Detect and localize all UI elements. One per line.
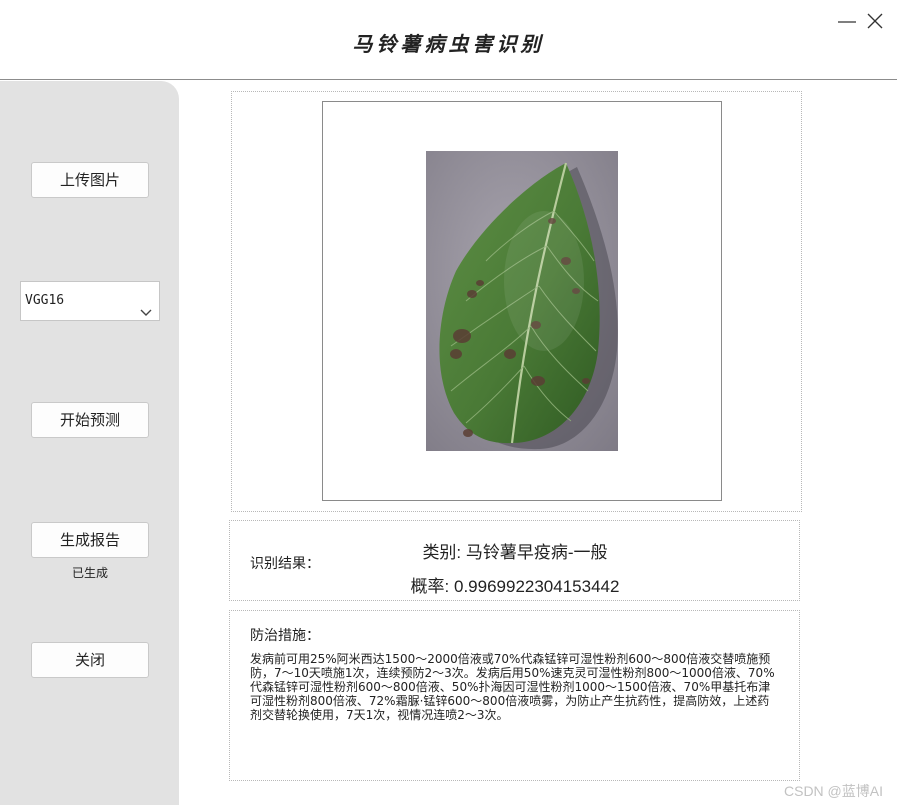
result-category: 类别: 马铃薯早疫病-一般 (422, 543, 608, 562)
chevron-down-icon (140, 296, 152, 316)
image-panel (231, 91, 802, 512)
close-icon[interactable] (864, 10, 886, 32)
image-frame (322, 101, 722, 501)
model-select[interactable]: VGG16 (20, 281, 160, 321)
app-title: 马铃薯病虫害识别 (352, 32, 545, 56)
measures-panel: 防治措施： 发病前可用25%阿米西达1500～2000倍液或70%代森锰锌可湿性… (229, 610, 800, 781)
measures-text: 发病前可用25%阿米西达1500～2000倍液或70%代森锰锌可湿性粉剂600～… (250, 652, 775, 722)
leaf-image (426, 151, 618, 451)
upload-image-button[interactable]: 上传图片 (31, 162, 149, 198)
close-button[interactable]: 关闭 (31, 642, 149, 678)
model-select-value: VGG16 (25, 293, 65, 308)
report-status-text: 已生成 (71, 566, 108, 580)
watermark: CSDN @蓝博AI (784, 783, 883, 799)
result-panel: 识别结果： 类别: 马铃薯早疫病-一般 概率: 0.99699223041534… (229, 520, 800, 601)
result-probability: 概率: 0.9969922304153442 (410, 577, 620, 596)
title-bar: 马铃薯病虫害识别 (0, 0, 897, 80)
measures-heading: 防治措施： (250, 628, 320, 644)
start-predict-button[interactable]: 开始预测 (31, 402, 149, 438)
minimize-icon[interactable] (836, 10, 858, 32)
generate-report-button[interactable]: 生成报告 (31, 522, 149, 558)
